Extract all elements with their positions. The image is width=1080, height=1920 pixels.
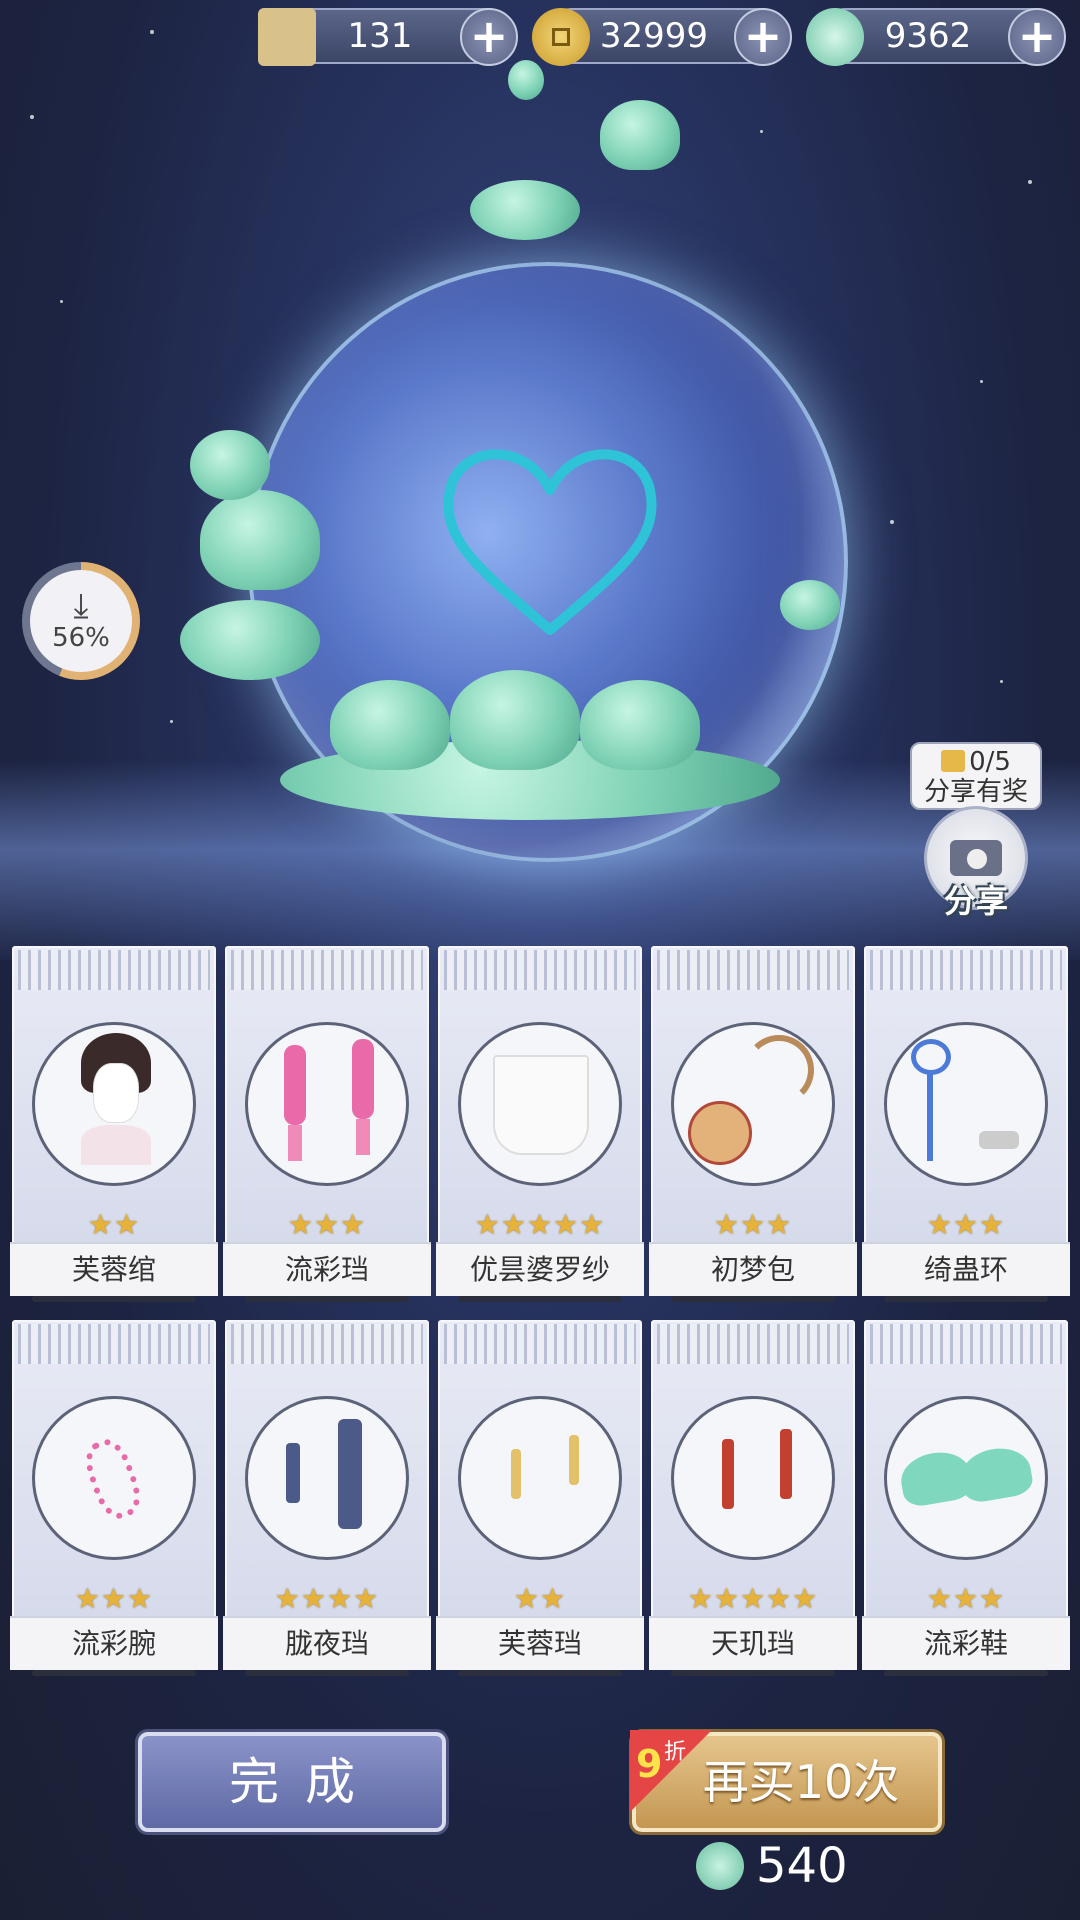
item-row: ★★★ 流彩腕 ★★★★ 胧夜珰 ★★ 芙蓉珰 ★★★★★ 天玑珰 ★★★ 流彩… bbox=[10, 1320, 1070, 1682]
item-card[interactable]: ★★★ 流彩珰 bbox=[223, 946, 431, 1304]
lotus-flower bbox=[330, 680, 450, 770]
red-earrings-icon bbox=[671, 1396, 835, 1560]
veil-icon bbox=[458, 1022, 622, 1186]
item-name: 流彩腕 bbox=[10, 1616, 218, 1670]
rarity-stars: ★★★ bbox=[74, 1582, 154, 1615]
rarity-stars: ★★★ bbox=[287, 1208, 367, 1241]
lotus-leaf bbox=[180, 600, 320, 680]
rarity-stars: ★★ bbox=[87, 1208, 141, 1241]
share-reward-text: 分享有奖 bbox=[923, 777, 1028, 807]
rarity-stars: ★★ bbox=[513, 1582, 567, 1615]
share-label: 分享 bbox=[943, 882, 1008, 920]
gift-icon bbox=[941, 750, 966, 772]
item-card[interactable]: ★★★★★ 优昙婆罗纱 bbox=[436, 946, 644, 1304]
lotus-flower bbox=[580, 680, 700, 770]
download-progress[interactable]: ⤓ 56% bbox=[22, 562, 140, 680]
item-card[interactable]: ★★ 芙蓉绾 bbox=[10, 946, 218, 1304]
item-name: 胧夜珰 bbox=[223, 1616, 431, 1670]
item-name: 天玑珰 bbox=[649, 1616, 857, 1670]
ribbon-icon bbox=[884, 1022, 1048, 1186]
lotus-flower bbox=[450, 670, 580, 770]
lotus-leaf bbox=[470, 180, 580, 240]
pink-earrings-icon bbox=[245, 1022, 409, 1186]
item-name: 流彩珰 bbox=[223, 1242, 431, 1296]
download-icon: ⤓ bbox=[73, 586, 89, 626]
buy-cost: 540 bbox=[696, 1836, 848, 1896]
shoes-icon bbox=[884, 1396, 1048, 1560]
rarity-stars: ★★★ bbox=[926, 1208, 1006, 1241]
download-percent: 56% bbox=[52, 623, 110, 653]
rarity-stars: ★★★ bbox=[713, 1208, 793, 1241]
lotus-flower bbox=[600, 100, 680, 170]
jade-swirl-icon bbox=[696, 1842, 744, 1890]
item-row: ★★ 芙蓉绾 ★★★ 流彩珰 ★★★★★ 优昙婆罗纱 ★★★ 初梦包 ★★★ 绮… bbox=[10, 946, 1070, 1308]
rarity-stars: ★★★★★ bbox=[474, 1208, 606, 1241]
item-grid: ★★ 芙蓉绾 ★★★ 流彩珰 ★★★★★ 优昙婆罗纱 ★★★ 初梦包 ★★★ 绮… bbox=[10, 946, 1070, 1682]
lotus-bud bbox=[190, 430, 270, 500]
rarity-stars: ★★★ bbox=[926, 1582, 1006, 1615]
item-card[interactable]: ★★★★ 胧夜珰 bbox=[223, 1320, 431, 1678]
share-reward-count: 0/5 bbox=[969, 747, 1011, 777]
item-card[interactable]: ★★★ 流彩鞋 bbox=[862, 1320, 1070, 1678]
rarity-stars: ★★★★★ bbox=[687, 1582, 819, 1615]
lotus-flower bbox=[200, 490, 320, 590]
bag-icon bbox=[671, 1022, 835, 1186]
lotus-bud bbox=[780, 580, 840, 630]
item-card[interactable]: ★★★★★ 天玑珰 bbox=[649, 1320, 857, 1678]
gold-earrings-icon bbox=[458, 1396, 622, 1560]
rarity-stars: ★★★★ bbox=[274, 1582, 380, 1615]
discount-number: 9 bbox=[636, 1742, 663, 1786]
item-card[interactable]: ★★ 芙蓉珰 bbox=[436, 1320, 644, 1678]
item-card[interactable]: ★★★ 流彩腕 bbox=[10, 1320, 218, 1678]
item-name: 流彩鞋 bbox=[862, 1616, 1070, 1670]
item-card[interactable]: ★★★ 绮蛊环 bbox=[862, 946, 1070, 1304]
lotus-bud bbox=[508, 60, 544, 100]
bracelet-icon bbox=[32, 1396, 196, 1560]
share-reward-badge: 0/5 分享有奖 bbox=[910, 742, 1042, 810]
item-card[interactable]: ★★★ 初梦包 bbox=[649, 946, 857, 1304]
item-name: 芙蓉珰 bbox=[436, 1616, 644, 1670]
item-name: 绮蛊环 bbox=[862, 1242, 1070, 1296]
cost-value: 540 bbox=[756, 1838, 848, 1894]
item-name: 优昙婆罗纱 bbox=[436, 1242, 644, 1296]
item-name: 芙蓉绾 bbox=[10, 1242, 218, 1296]
done-button[interactable]: 完成 bbox=[138, 1732, 446, 1832]
discount-unit: 折 bbox=[664, 1740, 687, 1765]
hair-ornament-icon bbox=[32, 1022, 196, 1186]
heart-icon bbox=[443, 449, 657, 635]
tassel-earrings-icon bbox=[245, 1396, 409, 1560]
camera-icon bbox=[950, 840, 1002, 876]
item-name: 初梦包 bbox=[649, 1242, 857, 1296]
